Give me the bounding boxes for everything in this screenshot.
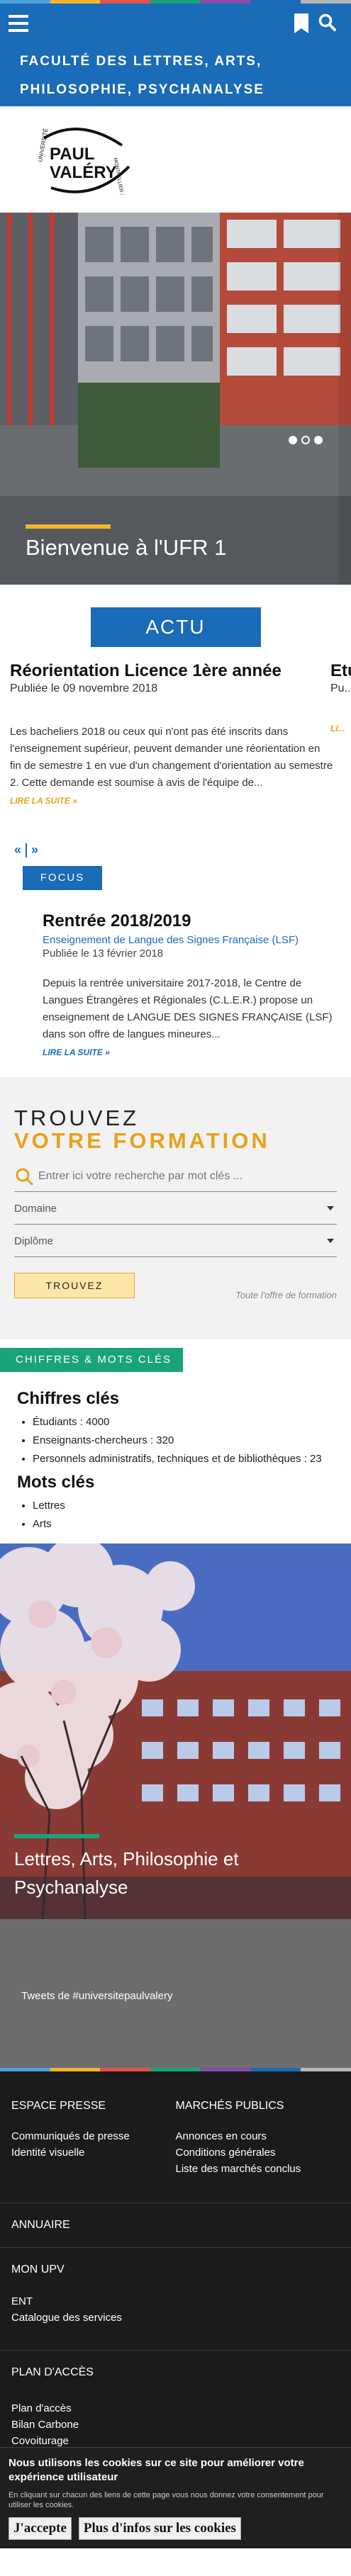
focus-date: Publiée le 13 février 2018 <box>43 947 164 960</box>
domain-select-label: Domaine <box>14 1203 57 1215</box>
logo-text-valery: VALÉRY <box>50 162 117 182</box>
faculty-title[interactable]: Faculté des Lettres, Arts, Philosophie, … <box>20 47 337 104</box>
keyword-item: Arts <box>33 1515 337 1534</box>
hero-accent-bar <box>26 524 111 529</box>
news-read-more-link[interactable]: LIRE LA SUITE » <box>10 796 333 806</box>
tweets-label[interactable]: Tweets de #universitepaulvalery <box>21 1990 351 2002</box>
footer-press-heading[interactable]: ESPACE PRESSE <box>11 2100 176 2113</box>
slider-dot[interactable] <box>289 436 297 444</box>
footer-link[interactable]: ENT <box>11 2293 340 2310</box>
news-title[interactable]: Etudiants en tr... <box>330 661 351 681</box>
tweets-section: Tweets de #universitepaulvalery <box>0 1919 351 2068</box>
diploma-select-label: Diplôme <box>14 1235 54 1247</box>
key-figures: Chiffres clés Étudiants : 4000 Enseignan… <box>0 1372 351 1534</box>
footer-annuaire-section: ANNUAIRE <box>0 2203 351 2247</box>
slider-dots <box>289 436 323 444</box>
key-figure-item: Étudiants : 4000 <box>33 1413 337 1432</box>
formation-title-line2: VOTRE FORMATION <box>14 1128 270 1153</box>
key-figure-item: Enseignants-chercheurs : 320 <box>33 1432 337 1450</box>
site-header: Faculté des Lettres, Arts, Philosophie, … <box>0 4 351 106</box>
cookie-banner: Nous utilisons les cookies sur ce site p… <box>0 2447 351 2548</box>
cookie-subtitle: En cliquant sur chacun des liens de cett… <box>9 2491 324 2509</box>
prev-button[interactable]: « <box>14 843 21 857</box>
all-offer-link[interactable]: Toute l'offre de formation <box>235 1290 337 1300</box>
footer-press-column: ESPACE PRESSE Communiqués de presse Iden… <box>11 2100 176 2177</box>
focus-body: Depuis la rentrée universitaire 2017-201… <box>43 977 333 1040</box>
focus-article: Rentrée 2018/2019 Enseignement de Langue… <box>0 890 351 1057</box>
key-figures-title: Chiffres clés <box>17 1389 120 1408</box>
key-figure-item: Personnels administratifs, techniques et… <box>33 1450 337 1468</box>
footer-link[interactable]: Plan d'accès <box>11 2400 340 2417</box>
chevron-down-icon <box>327 1239 334 1243</box>
cookie-title: Nous utilisons les cookies sur ce site p… <box>9 2457 304 2483</box>
university-logo[interactable]: UNIVERSITÉ PAUL VALÉRY MONTPELLIER 3 <box>37 124 136 195</box>
carousel-separator <box>26 843 28 857</box>
search-icon <box>16 1168 33 1185</box>
footer-link[interactable]: Communiqués de presse <box>11 2128 176 2144</box>
keyword-search-row <box>14 1161 337 1192</box>
news-date: Pu... <box>330 682 351 694</box>
keyword-item: Lettres <box>33 1497 337 1515</box>
news-date: Publiée le 09 novembre 2018 <box>10 682 158 694</box>
slider-dot[interactable] <box>314 436 323 444</box>
cookie-more-info-button[interactable]: Plus d'infos sur les cookies <box>78 2517 241 2540</box>
banner-accent-bar <box>14 1834 99 1838</box>
find-formation-button[interactable]: TROUVEZ <box>14 1273 135 1298</box>
diploma-select[interactable]: Diplôme <box>14 1226 337 1257</box>
logo-text-universite: UNIVERSITÉ <box>37 128 49 162</box>
footer-monupv-section: MON UPV ENT Catalogue des services <box>0 2247 351 2350</box>
footer-plan-heading[interactable]: PLAN D'ACCÈS <box>11 2351 340 2400</box>
hero-image <box>0 213 351 585</box>
actu-button[interactable]: ACTU <box>90 607 261 647</box>
chevron-down-icon <box>327 1206 334 1210</box>
formation-title-line1: TROUVEZ <box>14 1106 140 1130</box>
focus-tag: FOCUS <box>23 866 102 890</box>
key-figures-list: Étudiants : 4000 Enseignants-chercheurs … <box>33 1413 337 1468</box>
footer-top-columns: ESPACE PRESSE Communiqués de presse Iden… <box>0 2071 351 2177</box>
news-read-more-link[interactable]: LI... <box>330 724 351 733</box>
footer-markets-column: MARCHÉS PUBLICS Annonces en cours Condit… <box>176 2100 340 2177</box>
footer-link[interactable]: Annonces en cours <box>176 2128 340 2144</box>
next-button[interactable]: » <box>31 843 38 857</box>
news-body: Les bacheliers 2018 ou ceux qui n'ont pa… <box>10 726 333 789</box>
banner-caption[interactable]: Lettres, Arts, Philosophie et Psychanaly… <box>14 1845 337 1901</box>
hamburger-menu-icon[interactable] <box>9 15 28 32</box>
search-icon[interactable] <box>318 13 337 32</box>
news-title[interactable]: Réorientation Licence 1ère année <box>10 661 333 681</box>
cookie-accept-button[interactable]: J'accepte <box>9 2517 72 2540</box>
site-footer: ESPACE PRESSE Communiqués de presse Iden… <box>0 2071 351 2548</box>
logo-area: UNIVERSITÉ PAUL VALÉRY MONTPELLIER 3 <box>0 106 351 213</box>
focus-title[interactable]: Rentrée 2018/2019 <box>43 911 337 931</box>
news-carousel: Réorientation Licence 1ère année Publiée… <box>0 661 351 838</box>
slider-dot-active[interactable] <box>301 436 310 444</box>
footer-link[interactable]: Liste des marchés conclus <box>176 2161 340 2177</box>
keywords-list: Lettres Arts <box>33 1497 337 1534</box>
chiffres-tag: CHIFFRES & MOTS CLÉS <box>0 1348 183 1372</box>
hero-next-area[interactable] <box>338 213 351 585</box>
footer-annuaire-heading[interactable]: ANNUAIRE <box>11 2203 340 2247</box>
focus-read-more-link[interactable]: LIRE LA SUITE » <box>43 1047 337 1057</box>
footer-link[interactable]: Catalogue des services <box>11 2310 340 2326</box>
footer-monupv-heading[interactable]: MON UPV <box>11 2248 340 2293</box>
bookmark-icon[interactable] <box>294 13 308 33</box>
keywords-title: Mots clés <box>17 1473 95 1492</box>
cookie-buttons: J'accepte Plus d'infos sur les cookies <box>9 2517 340 2540</box>
news-card[interactable]: Etudiants en tr... Pu... LI... <box>330 661 351 733</box>
top-bar <box>0 4 351 46</box>
footer-link[interactable]: Conditions générales <box>176 2144 340 2161</box>
domain-select[interactable]: Domaine <box>14 1193 337 1225</box>
logo-text-paul: PAUL <box>50 145 95 164</box>
hero-slider[interactable]: Bienvenue à l'UFR 1 <box>0 213 351 585</box>
news-carousel-controls: « » <box>14 843 351 857</box>
focus-category[interactable]: Enseignement de Langue des Signes França… <box>43 934 337 946</box>
footer-link[interactable]: Identité visuelle <box>11 2144 176 2161</box>
news-card[interactable]: Réorientation Licence 1ère année Publiée… <box>10 661 333 806</box>
hero-caption[interactable]: Bienvenue à l'UFR 1 <box>26 535 226 561</box>
keyword-search-input[interactable] <box>38 1169 337 1183</box>
faculty-banner[interactable]: Lettres, Arts, Philosophie et Psychanaly… <box>0 1543 351 1919</box>
footer-markets-heading[interactable]: MARCHÉS PUBLICS <box>176 2100 340 2113</box>
formation-search: TROUVEZ VOTRE FORMATION Domaine Diplôme … <box>0 1077 351 1339</box>
footer-link[interactable]: Bilan Carbone <box>11 2417 340 2433</box>
